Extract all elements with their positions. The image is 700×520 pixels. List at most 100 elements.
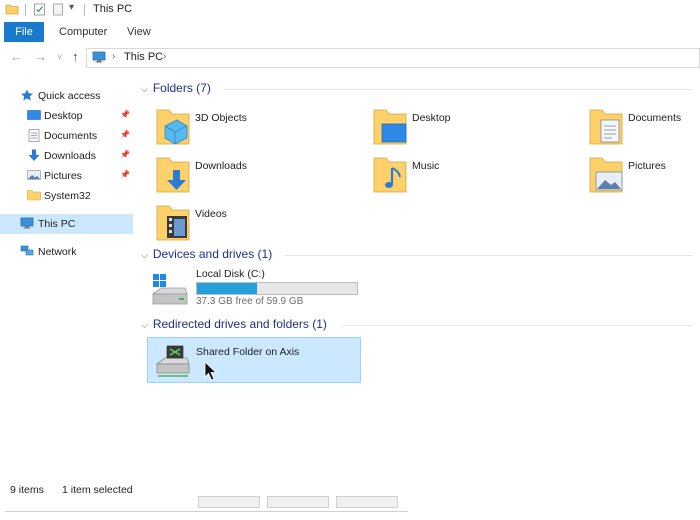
folder-label: Music [412, 160, 440, 172]
tab-view[interactable]: View [127, 26, 151, 38]
sidebar-item-label: Downloads [44, 150, 96, 162]
sidebar-item-label: Network [38, 246, 77, 258]
collapse-chevron-icon[interactable]: ⌵ [141, 320, 148, 330]
drive-local-disk-c[interactable]: Local Disk (C:) 37.3 GB free of 59.9 GB [147, 268, 377, 312]
folder-label: 3D Objects [195, 112, 247, 124]
folder-label: Videos [195, 208, 227, 220]
ribbon: File Computer View [0, 20, 700, 45]
dialog-button[interactable] [336, 496, 398, 508]
sidebar-item-network[interactable]: Network [0, 242, 133, 262]
network-drive-icon [154, 344, 192, 381]
folder-documents[interactable]: Documents [588, 106, 700, 152]
sidebar-item-system32[interactable]: System32 [0, 186, 133, 206]
download-arrow-icon [27, 149, 41, 161]
breadcrumb-this-pc[interactable]: This PC [124, 51, 163, 63]
drive-label: Local Disk (C:) [196, 268, 265, 280]
folder-pictures[interactable]: Pictures [588, 154, 700, 200]
pin-icon[interactable]: 📌 [120, 170, 130, 179]
folder-videos[interactable]: Videos [155, 202, 355, 248]
sidebar-item-label: Quick access [38, 90, 101, 102]
this-pc-icon [20, 217, 34, 229]
sidebar-item-documents[interactable]: Documents 📌 [0, 126, 133, 146]
toolbar-separator [84, 4, 85, 16]
drive-usage-fill [197, 283, 258, 294]
up-arrow-icon[interactable]: ↑ [72, 49, 79, 64]
folder-label: Downloads [195, 160, 247, 172]
pictures-icon [27, 169, 41, 181]
3d-objects-folder-icon [155, 106, 191, 150]
music-folder-icon [372, 154, 408, 198]
folder-label: Documents [628, 112, 682, 124]
group-header-label: Folders (7) [152, 81, 211, 95]
collapse-chevron-icon[interactable]: ⌵ [141, 84, 148, 94]
breadcrumb-chevron-icon[interactable]: › [112, 51, 115, 62]
properties-icon[interactable] [33, 3, 46, 19]
folder-icon[interactable] [5, 3, 19, 19]
dialog-button[interactable] [198, 496, 260, 508]
group-header-label: Redirected drives and folders (1) [152, 317, 327, 331]
shared-folder-label: Shared Folder on Axis [196, 346, 300, 358]
group-header-label: Devices and drives (1) [152, 247, 273, 261]
mouse-cursor-icon [204, 361, 218, 384]
group-header-devices[interactable]: ⌵ Devices and drives (1) [141, 247, 272, 261]
group-header-folders[interactable]: ⌵ Folders (7) [141, 81, 211, 95]
file-list: ⌵ Folders (7) 3D Objects Desktop Document… [135, 72, 700, 472]
this-pc-icon [92, 51, 106, 66]
sidebar-item-this-pc[interactable]: This PC [0, 214, 133, 234]
network-icon [20, 245, 34, 257]
toolbar-separator [25, 4, 26, 16]
forward-arrow-icon[interactable]: → [34, 49, 47, 64]
address-bar[interactable]: › This PC › [86, 48, 700, 68]
sidebar-item-desktop[interactable]: Desktop 📌 [0, 106, 133, 126]
desktop-icon [27, 109, 41, 121]
back-arrow-icon[interactable]: ← [10, 49, 23, 64]
breadcrumb-chevron-icon[interactable]: › [163, 51, 166, 62]
sidebar-item-label: Documents [44, 130, 98, 142]
folder-desktop[interactable]: Desktop [372, 106, 572, 152]
sidebar-item-label: Desktop [44, 110, 83, 122]
title-bar: ▾ This PC [0, 0, 700, 20]
file-tab[interactable]: File [4, 22, 44, 42]
downloads-folder-icon [155, 154, 191, 198]
tab-computer[interactable]: Computer [59, 26, 107, 38]
sidebar-item-label: This PC [38, 218, 76, 230]
group-divider [285, 255, 693, 256]
navigation-bar: ← → ˅ ↑ › This PC › [0, 44, 700, 70]
sidebar-item-pictures[interactable]: Pictures 📌 [0, 166, 133, 186]
recent-locations-chevron-icon[interactable]: ˅ [57, 52, 62, 62]
folder-3d-objects[interactable]: 3D Objects [155, 106, 355, 152]
sidebar-item-label: Pictures [44, 170, 82, 182]
pictures-folder-icon [588, 154, 624, 198]
sidebar-item-downloads[interactable]: Downloads 📌 [0, 146, 133, 166]
folder-downloads[interactable]: Downloads [155, 154, 355, 200]
window-title: This PC [93, 3, 133, 15]
group-divider [223, 89, 693, 90]
pin-icon[interactable]: 📌 [120, 150, 130, 159]
sidebar-item-label: System32 [44, 190, 91, 202]
sidebar-item-quick-access[interactable]: Quick access [0, 86, 133, 106]
new-folder-icon[interactable] [52, 3, 64, 19]
pin-icon[interactable]: 📌 [120, 110, 130, 119]
shared-folder-on-axis[interactable]: Shared Folder on Axis [147, 337, 361, 383]
pin-icon[interactable]: 📌 [120, 130, 130, 139]
dialog-button-row [0, 496, 700, 520]
folder-music[interactable]: Music [372, 154, 572, 200]
group-header-redirected[interactable]: ⌵ Redirected drives and folders (1) [141, 317, 327, 331]
documents-icon [27, 129, 41, 142]
drive-free-space: 37.3 GB free of 59.9 GB [196, 296, 304, 307]
drive-usage-bar [196, 282, 358, 295]
dialog-button[interactable] [267, 496, 329, 508]
documents-folder-icon [588, 106, 624, 150]
selection-count: 1 item selected [62, 484, 133, 496]
group-divider [343, 325, 693, 326]
collapse-chevron-icon[interactable]: ⌵ [141, 250, 148, 260]
folder-icon [27, 189, 41, 201]
item-count: 9 items [10, 484, 44, 496]
star-icon [20, 89, 34, 101]
videos-folder-icon [155, 202, 191, 246]
folder-label: Pictures [628, 160, 666, 172]
hard-drive-icon [151, 274, 189, 311]
dialog-divider [5, 511, 408, 512]
customize-toolbar-icon[interactable]: ▾ [69, 2, 74, 13]
desktop-folder-icon [372, 106, 408, 150]
